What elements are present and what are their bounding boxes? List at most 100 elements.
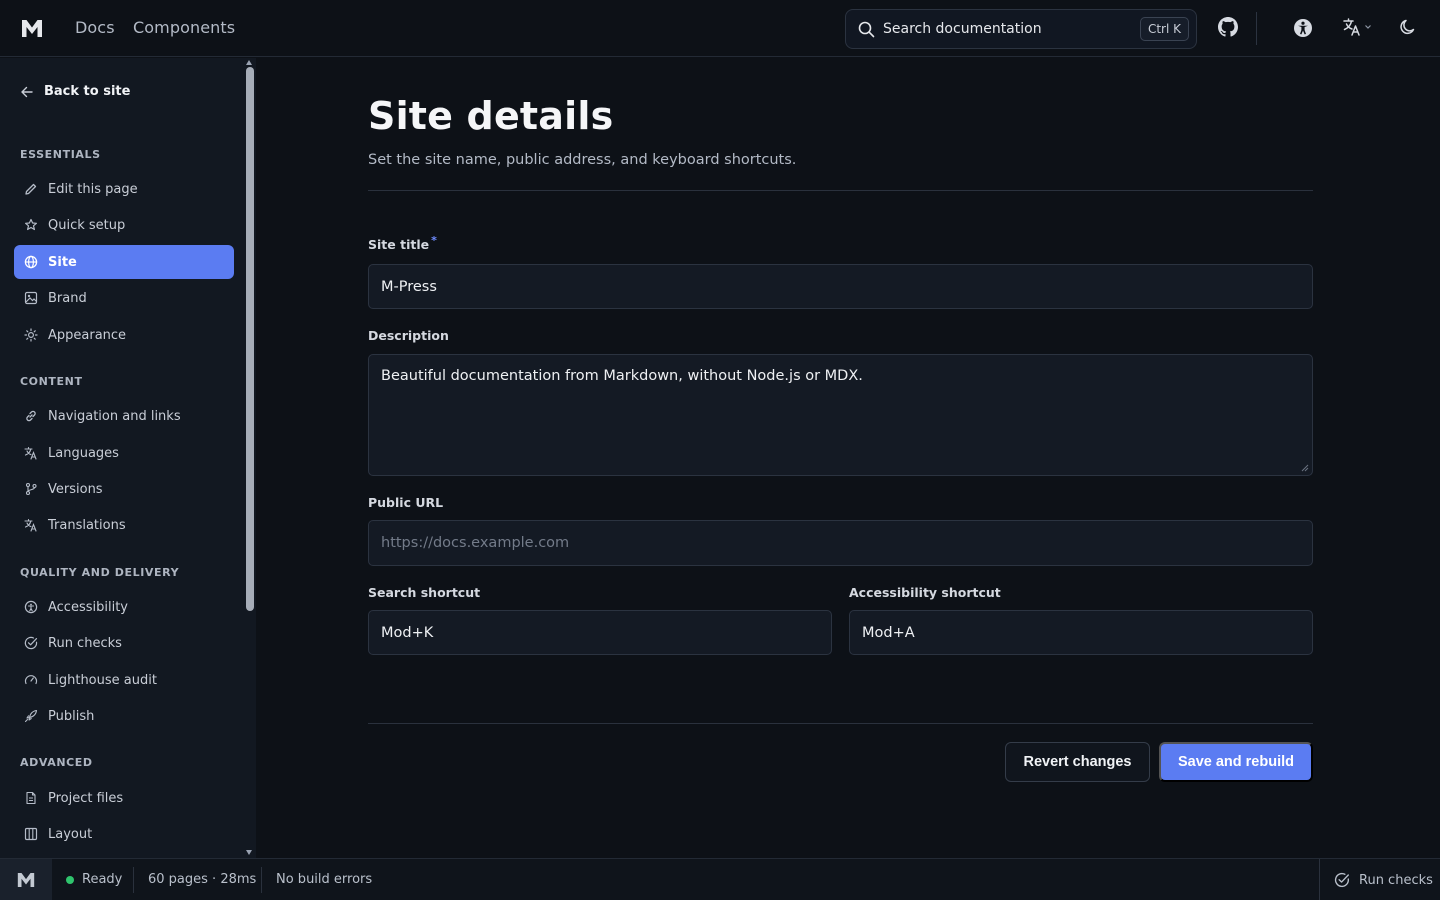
- sidebar-item-languages[interactable]: Languages: [14, 436, 234, 470]
- status-separator: [261, 867, 262, 893]
- github-icon[interactable]: [1218, 17, 1238, 37]
- site-title-input[interactable]: M-Press: [368, 264, 1313, 309]
- sidebar-item-label: Site: [48, 254, 77, 270]
- sidebar-item-label: Accessibility: [48, 599, 128, 615]
- accessibility-shortcut-value: Mod+A: [862, 624, 915, 641]
- accessibility-shortcut-input[interactable]: Mod+A: [849, 610, 1313, 655]
- sidebar-item-edit-page[interactable]: Edit this page: [14, 172, 234, 206]
- sidebar-item-label: Translations: [48, 517, 126, 533]
- sidebar-item-lighthouse[interactable]: Lighthouse audit: [14, 663, 234, 697]
- header-divider-line: [368, 190, 1313, 191]
- status-errors: No build errors: [276, 872, 373, 887]
- accessibility-shortcut-label: Accessibility shortcut: [849, 585, 1001, 600]
- search-placeholder: Search documentation: [883, 21, 1042, 37]
- revert-changes-button[interactable]: Revert changes: [1005, 742, 1150, 782]
- sidebar-item-accessibility[interactable]: Accessibility: [14, 590, 234, 624]
- status-ready: Ready: [82, 872, 123, 887]
- gauge-icon: [24, 675, 38, 685]
- sidebar-item-site[interactable]: Site: [14, 245, 234, 279]
- image-icon: [24, 291, 38, 305]
- description-label: Description: [368, 328, 449, 343]
- sidebar-item-versions[interactable]: Versions: [14, 472, 234, 506]
- arrow-left-icon: [21, 86, 33, 97]
- public-url-input[interactable]: https://docs.example.com: [368, 520, 1313, 566]
- header-divider: [1256, 12, 1257, 45]
- check-circle-icon: [24, 636, 38, 650]
- section-quality-delivery: QUALITY AND DELIVERY: [20, 566, 180, 579]
- rocket-icon: [24, 709, 38, 723]
- public-url-placeholder: https://docs.example.com: [381, 535, 570, 551]
- status-run-checks-button[interactable]: Run checks: [1319, 859, 1440, 900]
- search-icon: [858, 21, 875, 38]
- moon-icon[interactable]: [1398, 17, 1418, 37]
- sidebar-item-project-files[interactable]: Project files: [14, 781, 234, 815]
- sidebar-item-label: Project files: [48, 790, 124, 806]
- required-asterisk: *: [431, 234, 437, 247]
- scroll-down-arrow[interactable]: [246, 850, 252, 855]
- language-icon: [24, 446, 37, 460]
- sidebar-item-layout[interactable]: Layout: [14, 817, 234, 851]
- status-run-checks-label: Run checks: [1359, 872, 1433, 888]
- status-logo[interactable]: [0, 859, 52, 900]
- sidebar-item-label: Layout: [48, 826, 93, 842]
- language-switcher[interactable]: [1342, 17, 1372, 37]
- nav-components[interactable]: Components: [133, 18, 235, 37]
- link-icon: [26, 410, 36, 422]
- sun-icon: [24, 328, 38, 342]
- sidebar-item-navigation[interactable]: Navigation and links: [14, 399, 234, 433]
- git-branch-icon: [25, 482, 37, 496]
- section-advanced: ADVANCED: [20, 756, 93, 769]
- page-subtitle: Set the site name, public address, and k…: [368, 152, 797, 168]
- language-icon: [1343, 18, 1360, 36]
- chevron-down-icon: [1365, 25, 1371, 29]
- sidebar-item-appearance[interactable]: Appearance: [14, 318, 234, 352]
- sidebar-item-label: Lighthouse audit: [48, 672, 157, 688]
- layout-columns-icon: [24, 827, 38, 841]
- sidebar-item-label: Versions: [48, 481, 103, 497]
- accessibility-icon: [24, 600, 38, 614]
- search-shortcut-label: Search shortcut: [368, 585, 481, 600]
- sidebar-item-run-checks[interactable]: Run checks: [14, 626, 234, 660]
- sidebar-item-label: Edit this page: [48, 181, 138, 197]
- sidebar-item-publish[interactable]: Publish: [14, 699, 234, 733]
- accessibility-icon[interactable]: [1292, 17, 1314, 39]
- sidebar-item-quick-setup[interactable]: Quick setup: [14, 208, 234, 242]
- section-content: CONTENT: [20, 375, 83, 388]
- search-box[interactable]: Search documentation Ctrl K: [845, 9, 1197, 49]
- top-bar: Docs Components Search documentation Ctr…: [0, 0, 1440, 57]
- scroll-up-arrow[interactable]: [246, 60, 252, 65]
- sidebar-item-label: Run checks: [48, 635, 122, 651]
- sidebar-item-label: Quick setup: [48, 217, 126, 233]
- back-to-site-link[interactable]: Back to site: [20, 84, 130, 99]
- save-and-rebuild-button[interactable]: Save and rebuild: [1159, 742, 1313, 782]
- sidebar-item-label: Languages: [48, 445, 119, 461]
- m-logo-icon[interactable]: [21, 19, 43, 38]
- resize-handle-icon[interactable]: [1301, 464, 1309, 472]
- m-logo-icon: [17, 873, 35, 887]
- search-shortcut-input[interactable]: Mod+K: [368, 610, 832, 655]
- check-circle-icon: [1334, 872, 1349, 888]
- nav-docs[interactable]: Docs: [75, 18, 115, 37]
- sidebar-item-label: Appearance: [48, 327, 127, 343]
- sidebar-item-translations[interactable]: Translations: [14, 508, 234, 542]
- scroll-thumb[interactable]: [246, 67, 254, 611]
- sidebar-item-brand[interactable]: Brand: [14, 281, 234, 315]
- star-icon: [25, 218, 37, 231]
- site-title-value: M-Press: [381, 278, 437, 295]
- file-icon: [26, 791, 36, 805]
- footer-divider-line: [368, 723, 1313, 724]
- search-shortcut-badge: Ctrl K: [1139, 17, 1189, 41]
- sidebar-item-label: Navigation and links: [48, 408, 181, 424]
- status-separator: [133, 867, 134, 893]
- back-to-site-label: Back to site: [44, 84, 131, 99]
- sidebar-item-label: Brand: [48, 290, 87, 306]
- description-textarea[interactable]: Beautiful documentation from Markdown, w…: [368, 354, 1313, 476]
- description-value: Beautiful documentation from Markdown, w…: [381, 368, 863, 384]
- page-title: Site details: [368, 94, 614, 138]
- public-url-label: Public URL: [368, 495, 444, 510]
- pencil-icon: [25, 183, 37, 195]
- section-essentials: ESSENTIALS: [20, 148, 101, 161]
- search-shortcut-value: Mod+K: [381, 624, 434, 641]
- ready-status-dot: [66, 876, 74, 884]
- status-bar: Ready 60 pages · 28ms No build errors Ru…: [0, 858, 1440, 900]
